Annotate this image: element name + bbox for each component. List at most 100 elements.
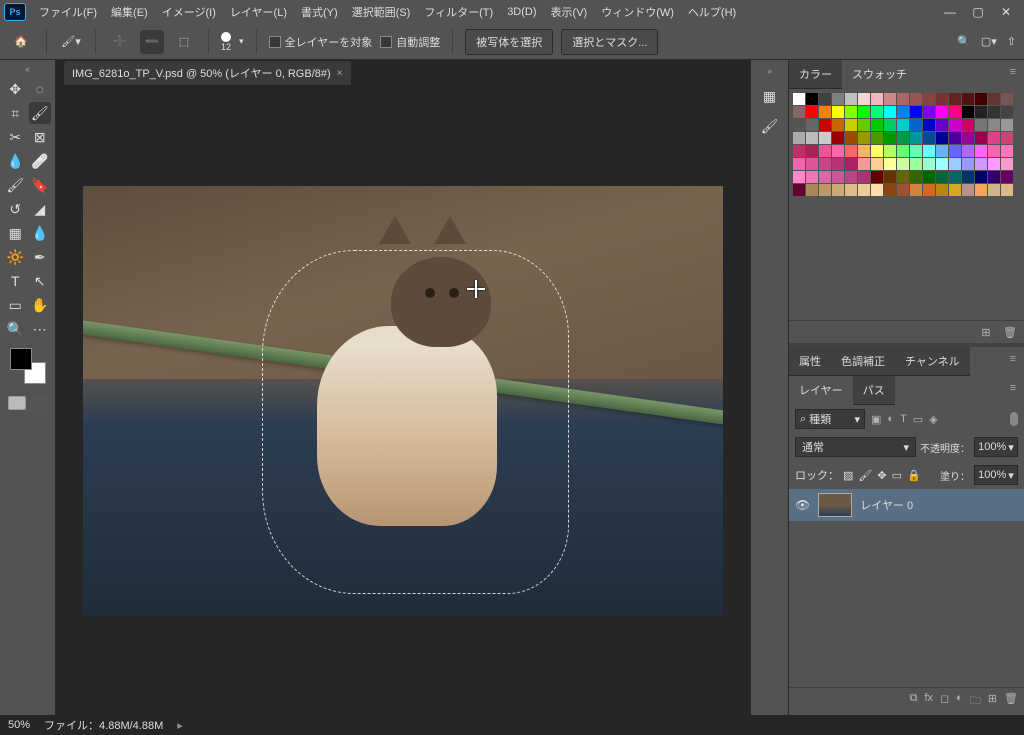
swatch[interactable]: [858, 119, 870, 131]
swatch[interactable]: [832, 171, 844, 183]
lasso-tool[interactable]: ⌗: [4, 102, 27, 124]
swatch[interactable]: [1001, 184, 1013, 196]
swatch[interactable]: [975, 119, 987, 131]
swatch[interactable]: [806, 171, 818, 183]
swatch[interactable]: [884, 158, 896, 170]
swatch[interactable]: [910, 93, 922, 105]
intersect-selection-icon[interactable]: ⬚: [172, 30, 196, 54]
swatch[interactable]: [884, 132, 896, 144]
swatch[interactable]: [884, 184, 896, 196]
swatch[interactable]: [975, 158, 987, 170]
swatch[interactable]: [949, 184, 961, 196]
swatch[interactable]: [1001, 132, 1013, 144]
swatch[interactable]: [988, 158, 1000, 170]
layer-mask-icon[interactable]: ◻: [940, 692, 949, 711]
maximize-button[interactable]: ▢: [964, 1, 992, 23]
menu-view[interactable]: 表示(V): [544, 1, 595, 23]
swatch[interactable]: [832, 184, 844, 196]
swatch[interactable]: [936, 93, 948, 105]
swatch[interactable]: [806, 184, 818, 196]
swatch[interactable]: [858, 106, 870, 118]
swatch[interactable]: [819, 145, 831, 157]
swatch[interactable]: [858, 171, 870, 183]
swatch[interactable]: [988, 171, 1000, 183]
color-panel-tab[interactable]: カラー: [789, 60, 842, 89]
swatch[interactable]: [819, 171, 831, 183]
lock-position-icon[interactable]: ✥: [877, 469, 886, 482]
properties-tab[interactable]: 属性: [789, 347, 831, 376]
swatch[interactable]: [871, 171, 883, 183]
swatch[interactable]: [949, 106, 961, 118]
swatch[interactable]: [806, 93, 818, 105]
filter-shape-icon[interactable]: ▭: [913, 413, 923, 426]
swatch[interactable]: [884, 106, 896, 118]
swatch[interactable]: [858, 158, 870, 170]
swatch[interactable]: [832, 158, 844, 170]
filter-adjust-icon[interactable]: ◐: [887, 413, 894, 426]
swatch[interactable]: [910, 171, 922, 183]
swatch[interactable]: [936, 145, 948, 157]
swatch[interactable]: [845, 119, 857, 131]
path-select-tool[interactable]: ↖: [29, 270, 52, 292]
blend-mode-select[interactable]: 通常▾: [795, 437, 916, 457]
swatch[interactable]: [949, 132, 961, 144]
swatch[interactable]: [793, 93, 805, 105]
frame-tool[interactable]: ⊠: [29, 126, 52, 148]
swatch[interactable]: [845, 145, 857, 157]
swatch[interactable]: [806, 119, 818, 131]
delete-layer-icon[interactable]: 🗑: [1004, 692, 1018, 711]
swatch[interactable]: [871, 119, 883, 131]
menu-type[interactable]: 書式(Y): [294, 1, 345, 23]
swatch[interactable]: [936, 158, 948, 170]
swatch[interactable]: [949, 171, 961, 183]
swatch[interactable]: [1001, 158, 1013, 170]
healing-tool[interactable]: 🩹: [29, 150, 52, 172]
swatch[interactable]: [858, 132, 870, 144]
swatch[interactable]: [936, 171, 948, 183]
swatch[interactable]: [975, 184, 987, 196]
swatch[interactable]: [832, 145, 844, 157]
swatch[interactable]: [962, 119, 974, 131]
layer-thumbnail[interactable]: [818, 493, 852, 517]
new-layer-icon[interactable]: ⊞: [988, 692, 997, 711]
menu-filter[interactable]: フィルター(T): [417, 1, 500, 23]
layer-name-label[interactable]: レイヤー 0: [860, 497, 913, 513]
move-tool[interactable]: ✥: [4, 78, 27, 100]
adjustment-layer-icon[interactable]: ◐: [956, 692, 963, 711]
swatch[interactable]: [871, 158, 883, 170]
swatch[interactable]: [845, 106, 857, 118]
shape-tool[interactable]: ▭: [4, 294, 27, 316]
swatches-panel-tab[interactable]: スウォッチ: [842, 60, 917, 89]
collapsed-panel-icon-1[interactable]: ▦: [757, 86, 783, 106]
layer-style-icon[interactable]: fx: [924, 692, 933, 711]
standard-mode-icon[interactable]: [8, 396, 26, 410]
swatch[interactable]: [832, 119, 844, 131]
filter-toggle[interactable]: [1010, 412, 1018, 426]
opacity-input[interactable]: 100%▾: [974, 437, 1018, 457]
filter-smart-icon[interactable]: ◈: [929, 413, 937, 426]
swatch[interactable]: [897, 171, 909, 183]
menu-help[interactable]: ヘルプ(H): [681, 1, 743, 23]
pen-tool[interactable]: ✒: [29, 246, 52, 268]
menu-file[interactable]: ファイル(F): [32, 1, 104, 23]
swatch[interactable]: [871, 93, 883, 105]
swatch[interactable]: [793, 184, 805, 196]
swatch[interactable]: [897, 119, 909, 131]
visibility-icon[interactable]: 👁: [795, 498, 810, 512]
swatch[interactable]: [1001, 171, 1013, 183]
filter-pixel-icon[interactable]: ▣: [871, 413, 881, 426]
swatch[interactable]: [884, 145, 896, 157]
menu-image[interactable]: イメージ(I): [155, 1, 223, 23]
crop-tool[interactable]: ✂: [4, 126, 27, 148]
swatch[interactable]: [923, 171, 935, 183]
swatch[interactable]: [806, 132, 818, 144]
menu-layer[interactable]: レイヤー(L): [223, 1, 294, 23]
tool-preset-icon[interactable]: 🖌▾: [59, 30, 83, 54]
swatch[interactable]: [806, 145, 818, 157]
swatch[interactable]: [819, 93, 831, 105]
swatch[interactable]: [962, 106, 974, 118]
swatch[interactable]: [1001, 145, 1013, 157]
swatch[interactable]: [884, 119, 896, 131]
select-subject-button[interactable]: 被写体を選択: [465, 29, 553, 55]
share-icon[interactable]: ⇧: [1007, 35, 1016, 48]
